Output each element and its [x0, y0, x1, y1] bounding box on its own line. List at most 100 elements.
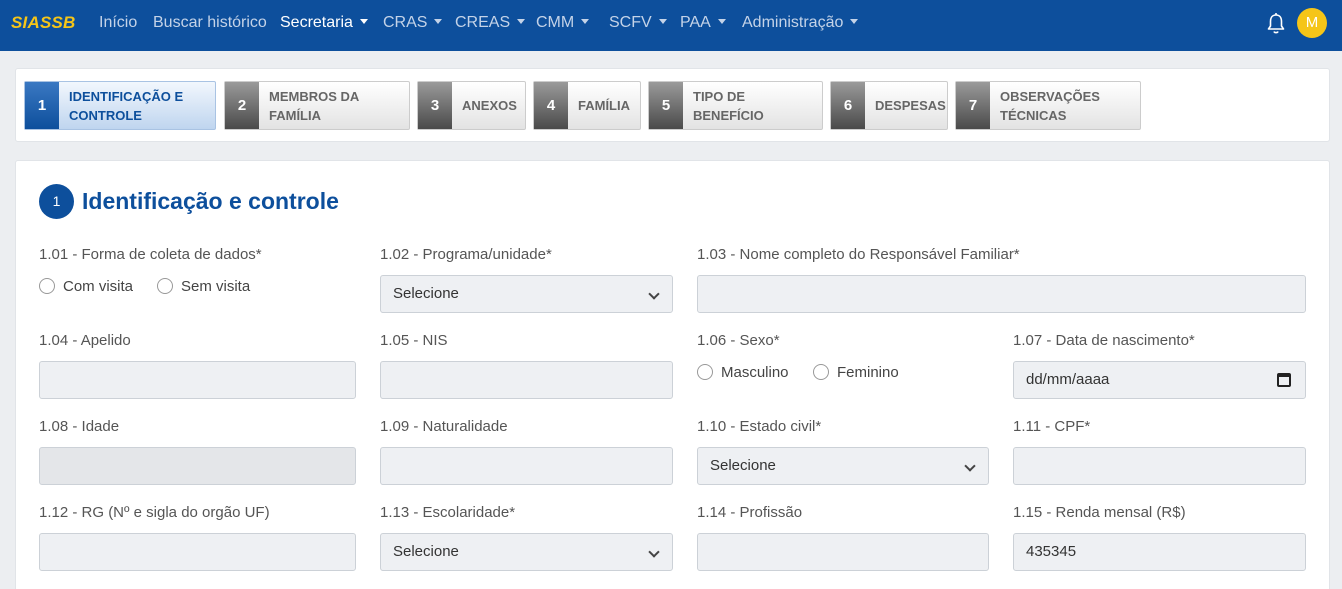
- brand-logo[interactable]: SIASSB: [11, 13, 76, 33]
- step-label: Identificação e controle: [69, 88, 184, 123]
- radio-com-visita[interactable]: Com visita: [39, 278, 133, 295]
- step-number: 3: [418, 82, 452, 129]
- step-number: 5: [649, 82, 683, 129]
- programa-unidade-select[interactable]: Selecione: [380, 275, 673, 313]
- caret-down-icon: [717, 18, 726, 24]
- radio-label: Sem visita: [181, 278, 251, 295]
- nis-input[interactable]: [380, 361, 673, 399]
- select-value: Selecione: [393, 285, 459, 302]
- step-observacoes-tecnicas[interactable]: 7 Observações técnicas: [955, 81, 1141, 130]
- field-label-naturalidade: 1.09 - Naturalidade: [380, 418, 508, 435]
- step-label: Membros da família: [269, 88, 359, 123]
- section-number-badge: 1: [39, 184, 74, 219]
- nav-cmm[interactable]: CMM: [536, 14, 590, 32]
- idade-input: [39, 447, 356, 485]
- estado-civil-select[interactable]: Selecione: [697, 447, 989, 485]
- radio-circle: [39, 278, 55, 294]
- data-nascimento-input[interactable]: dd/mm/aaaa: [1013, 361, 1306, 399]
- step-label: Observações técnicas: [1000, 88, 1100, 123]
- field-label-idade: 1.08 - Idade: [39, 418, 120, 435]
- field-label-nis: 1.05 - NIS: [380, 332, 448, 349]
- caret-down-icon: [359, 18, 368, 24]
- step-number: 6: [831, 82, 865, 129]
- nav-scfv-label: SCFV: [609, 14, 652, 31]
- radio-circle: [697, 364, 713, 380]
- chevron-down-icon: [648, 288, 660, 300]
- nav-paa-label: PAA: [680, 14, 711, 31]
- wizard-steps-card: 1 Identificação e controle 2 Membros da …: [15, 68, 1330, 142]
- radio-sem-visita[interactable]: Sem visita: [157, 278, 250, 295]
- field-label-forma-coleta: 1.01 - Forma de coleta de dados*: [39, 246, 262, 263]
- nav-secretaria-label: Secretaria: [280, 14, 353, 31]
- section-title: Identificação e controle: [82, 188, 339, 214]
- nome-responsavel-input[interactable]: [697, 275, 1306, 313]
- step-tipo-beneficio[interactable]: 5 Tipo de benefício: [648, 81, 823, 130]
- radio-feminino[interactable]: Feminino: [813, 364, 899, 381]
- radio-masculino[interactable]: Masculino: [697, 364, 789, 381]
- apelido-input[interactable]: [39, 361, 356, 399]
- profissao-input[interactable]: [697, 533, 989, 571]
- user-avatar[interactable]: M: [1297, 8, 1327, 38]
- select-value: Selecione: [710, 457, 776, 474]
- caret-down-icon: [658, 18, 667, 24]
- nav-creas[interactable]: CREAS: [455, 14, 526, 32]
- select-value: Selecione: [393, 543, 459, 560]
- top-navbar: SIASSB Início Buscar histórico Secretari…: [0, 0, 1342, 51]
- date-placeholder: dd/mm/aaaa: [1026, 371, 1110, 388]
- caret-down-icon: [581, 18, 590, 24]
- radio-label: Com visita: [63, 278, 134, 295]
- radio-label: Feminino: [837, 364, 899, 381]
- step-membros-familia[interactable]: 2 Membros da família: [224, 81, 410, 130]
- field-label-rg: 1.12 - RG (Nº e sigla do orgão UF): [39, 504, 270, 521]
- field-label-apelido: 1.04 - Apelido: [39, 332, 131, 349]
- step-identificacao[interactable]: 1 Identificação e controle: [24, 81, 216, 130]
- step-label: Família: [578, 98, 630, 113]
- nav-administracao[interactable]: Administração: [742, 14, 859, 32]
- step-number: 2: [225, 82, 259, 129]
- step-anexos[interactable]: 3 Anexos: [417, 81, 526, 130]
- step-number: 4: [534, 82, 568, 129]
- rg-input[interactable]: [39, 533, 356, 571]
- nav-creas-label: CREAS: [455, 14, 511, 31]
- naturalidade-input[interactable]: [380, 447, 673, 485]
- bell-icon[interactable]: [1266, 12, 1286, 36]
- caret-down-icon: [517, 18, 526, 24]
- nav-cmm-label: CMM: [536, 14, 575, 31]
- nav-buscar-historico-label: Buscar histórico: [153, 14, 267, 31]
- step-number: 1: [25, 82, 59, 129]
- step-familia[interactable]: 4 Família: [533, 81, 641, 130]
- radio-circle: [157, 278, 173, 294]
- field-label-sexo: 1.06 - Sexo*: [697, 332, 780, 349]
- cpf-input[interactable]: [1013, 447, 1306, 485]
- nav-administracao-label: Administração: [742, 14, 844, 31]
- field-label-programa-unidade: 1.02 - Programa/unidade*: [380, 246, 552, 263]
- field-label-estado-civil: 1.10 - Estado civil*: [697, 418, 822, 435]
- caret-down-icon: [850, 18, 859, 24]
- radio-label: Masculino: [721, 364, 789, 381]
- step-label: Despesas: [875, 98, 946, 113]
- field-label-cpf: 1.11 - CPF*: [1013, 418, 1091, 435]
- chevron-down-icon: [648, 546, 660, 558]
- caret-down-icon: [434, 18, 443, 24]
- nav-cras-label: CRAS: [383, 14, 428, 31]
- nav-scfv[interactable]: SCFV: [609, 14, 667, 32]
- escolaridade-select[interactable]: Selecione: [380, 533, 673, 571]
- nav-inicio[interactable]: Início: [99, 14, 137, 32]
- nav-secretaria[interactable]: Secretaria: [280, 14, 368, 32]
- field-label-escolaridade: 1.13 - Escolaridade*: [380, 504, 516, 521]
- field-label-renda-mensal: 1.15 - Renda mensal (R$): [1013, 504, 1186, 521]
- field-label-profissao: 1.14 - Profissão: [697, 504, 803, 521]
- renda-mensal-input[interactable]: 435345: [1013, 533, 1306, 571]
- nav-buscar-historico[interactable]: Buscar histórico: [153, 14, 267, 32]
- nav-cras[interactable]: CRAS: [383, 14, 443, 32]
- field-label-nome-responsavel: 1.03 - Nome completo do Responsável Fami…: [697, 246, 1020, 263]
- nav-paa[interactable]: PAA: [680, 14, 726, 32]
- step-label: Tipo de benefício: [693, 88, 764, 123]
- field-label-data-nascimento: 1.07 - Data de nascimento*: [1013, 332, 1195, 349]
- radio-circle: [813, 364, 829, 380]
- step-number: 7: [956, 82, 990, 129]
- calendar-icon[interactable]: [1277, 373, 1291, 387]
- chevron-down-icon: [964, 460, 976, 472]
- step-despesas[interactable]: 6 Despesas: [830, 81, 948, 130]
- nav-inicio-label: Início: [99, 14, 138, 31]
